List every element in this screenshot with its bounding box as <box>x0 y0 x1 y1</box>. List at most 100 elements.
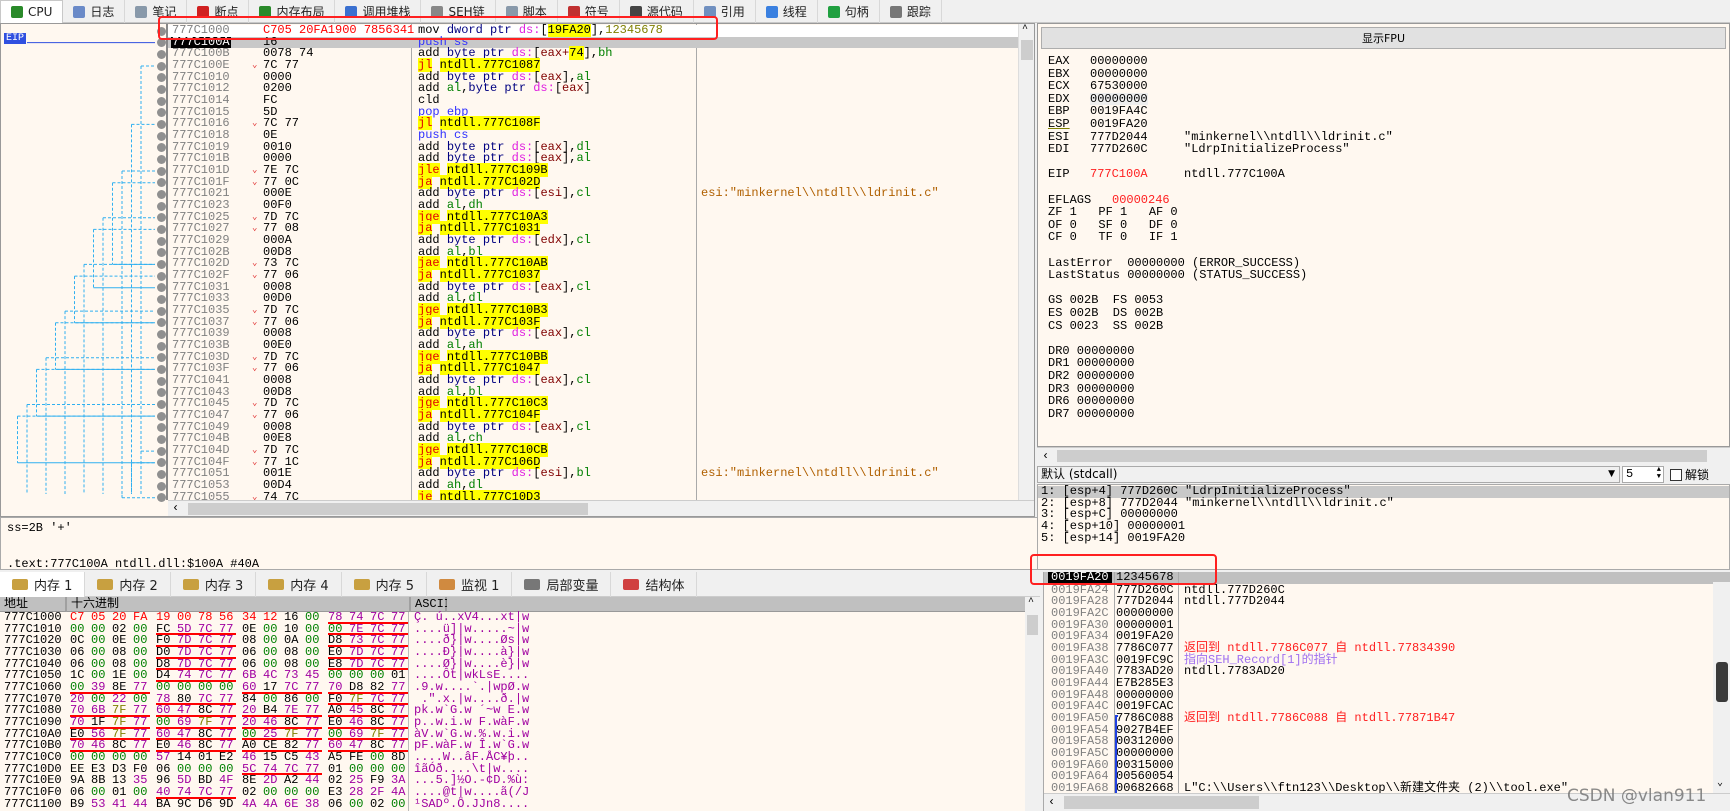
disasm-row[interactable]: 777C1029 000A add byte ptr ds:[edx],cl <box>168 234 1018 247</box>
breakpoint-dot[interactable] <box>157 341 166 351</box>
disasm-hscroll[interactable]: ‹ <box>168 500 1034 516</box>
dump-byte[interactable]: 9C <box>177 798 191 811</box>
scroll-left-icon[interactable]: ‹ <box>1042 449 1049 463</box>
memory-dump-panel[interactable]: 地址 十六进制 ASCII 777C1000 C7 05 20 FA 19 00 78 56 34… <box>0 597 1040 811</box>
disasm-row[interactable]: 777C1012 0200 add al,byte ptr ds:[eax] <box>168 82 1018 95</box>
tab-8[interactable]: 符号 <box>558 0 620 23</box>
breakpoint-dot[interactable] <box>157 306 166 316</box>
breakpoint-dot[interactable] <box>157 481 166 491</box>
arg-count-spinbox[interactable]: 5 ▲ ▼ <box>1622 466 1664 483</box>
registers-panel[interactable]: 显示FPU EAX 00000000 EBX 00000000 ECX 67530000 E… <box>1037 23 1730 447</box>
dump-byte[interactable]: 06 <box>328 798 342 811</box>
disasm-row[interactable]: 777C1027 ⌄ 77 08 ja ntdll.777C1031 <box>168 221 1018 236</box>
tab-3[interactable]: 断点 <box>187 0 250 23</box>
breakpoint-dot[interactable] <box>157 399 166 409</box>
dump-tab-7[interactable]: 结构体 <box>611 572 698 597</box>
scroll-down-icon[interactable]: ⌄ <box>1717 777 1723 789</box>
breakpoint-dot[interactable] <box>157 329 166 339</box>
tab-10[interactable]: 引用 <box>694 0 756 23</box>
stack-hscroll-thumb[interactable] <box>1064 796 1259 809</box>
disassembly-panel[interactable]: EIP 777C1000 C705 20FA1900 7856341 mov dwo… <box>0 23 1035 517</box>
breakpoint-dot[interactable] <box>157 131 166 141</box>
argument-row[interactable]: 5: [esp+14] 0019FA20 <box>1038 532 1729 545</box>
disasm-vscroll-thumb[interactable] <box>1021 40 1033 60</box>
dump-byte[interactable]: 00 <box>391 798 405 811</box>
dump-tab-2[interactable]: 内存 3 <box>171 572 257 597</box>
breakpoint-dot[interactable] <box>157 154 166 164</box>
breakpoint-dot[interactable] <box>157 224 166 234</box>
breakpoint-dot[interactable] <box>157 166 166 176</box>
breakpoint-dot[interactable] <box>157 26 166 36</box>
disasm-vscroll[interactable]: ^ <box>1018 24 1034 500</box>
breakpoint-dot[interactable] <box>157 61 166 71</box>
dump-byte[interactable]: 4A <box>242 798 256 811</box>
breakpoint-dot[interactable] <box>157 271 166 281</box>
breakpoint-dot[interactable] <box>157 411 166 421</box>
tab-13[interactable]: 跟踪 <box>880 0 942 23</box>
disasm-row[interactable]: 777C102F ⌄ 77 06 ja ntdll.777C1037 <box>168 268 1018 283</box>
scroll-left-icon[interactable]: ‹ <box>172 501 179 515</box>
disasm-row[interactable]: 777C1051 001E add byte ptr ds:[esi],bl esi:… <box>168 467 1018 480</box>
disasm-row[interactable]: 777C1019 0010 add byte ptr ds:[eax],dl <box>168 141 1018 154</box>
dump-tab-6[interactable]: 局部变量 <box>512 572 612 597</box>
dump-byte[interactable]: D6 <box>198 798 212 811</box>
breakpoint-dot[interactable] <box>157 49 166 59</box>
tab-0[interactable]: CPU <box>0 0 64 23</box>
dump-row[interactable]: 777C1100 B9 53 41 44 BA 9C D6 9D 4A 4A 6E 38 06 00 02 00… <box>0 798 1020 811</box>
breakpoint-dot[interactable] <box>157 236 166 246</box>
disasm-row[interactable]: 777C103F ⌄ 77 06 ja ntdll.777C1047 <box>168 361 1018 376</box>
tab-6[interactable]: SEH链 <box>421 0 496 23</box>
breakpoint-dot[interactable] <box>157 201 166 211</box>
show-fpu-button[interactable]: 显示FPU <box>1041 27 1726 49</box>
registers-hscroll[interactable]: ‹ <box>1037 447 1730 464</box>
dump-byte[interactable]: 41 <box>112 798 126 811</box>
disasm-row[interactable]: 777C1010 0000 add byte ptr ds:[eax],al <box>168 71 1018 84</box>
breakpoint-dot[interactable] <box>157 294 166 304</box>
disasm-row[interactable]: 777C1037 ⌄ 77 06 ja ntdll.777C103F <box>168 314 1018 329</box>
disasm-row[interactable]: 777C1047 ⌄ 77 06 ja ntdll.777C104F <box>168 408 1018 423</box>
disasm-hscroll-thumb[interactable] <box>188 503 588 515</box>
disasm-row[interactable]: 777C100E ⌄ 7C 77 jl ntdll.777C1087 <box>168 58 1018 72</box>
disasm-row[interactable]: 777C1041 0008 add byte ptr ds:[eax],cl <box>168 374 1018 387</box>
breakpoint-dot[interactable] <box>157 446 166 456</box>
stack-row[interactable]: 0019FA20 12345678 <box>1044 572 1712 584</box>
breakpoint-dot[interactable] <box>157 493 166 503</box>
dump-byte[interactable]: 53 <box>91 798 105 811</box>
tab-11[interactable]: 线程 <box>756 0 818 23</box>
tab-1[interactable]: 日志 <box>63 0 126 23</box>
disasm-row[interactable]: 777C1049 0008 add byte ptr ds:[eax],cl <box>168 421 1018 434</box>
tab-9[interactable]: 源代码 <box>620 0 694 23</box>
tab-5[interactable]: 调用堆栈 <box>335 0 422 23</box>
disasm-row[interactable]: 777C1018 0E push cs <box>168 129 1018 142</box>
breakpoint-dot[interactable] <box>157 84 166 94</box>
calling-convention-select[interactable]: 默认 (stdcall) ▼ <box>1037 466 1620 483</box>
dump-tab-4[interactable]: 内存 5 <box>342 572 428 597</box>
dump-vscroll[interactable]: ^ <box>1025 597 1040 811</box>
tab-7[interactable]: 脚本 <box>496 0 558 23</box>
breakpoint-dot[interactable] <box>157 469 166 479</box>
dump-byte[interactable]: 6E <box>284 798 298 811</box>
checkbox-box[interactable] <box>1670 468 1682 481</box>
dump-tab-1[interactable]: 内存 2 <box>85 572 171 597</box>
breakpoint-dot[interactable] <box>157 364 166 374</box>
dump-byte[interactable]: 00 <box>349 798 363 811</box>
scroll-up-icon[interactable]: ^ <box>1028 597 1034 608</box>
dump-byte[interactable]: 38 <box>305 798 319 811</box>
tab-4[interactable]: 内存布局 <box>249 0 336 23</box>
disasm-row[interactable]: 777C1031 0008 add byte ptr ds:[eax],cl <box>168 281 1018 294</box>
dump-byte[interactable]: B9 <box>70 798 84 811</box>
stack-panel[interactable]: 0019FA20 12345678 0019FA24 777D260C ntdll.77… <box>1043 572 1730 811</box>
dump-vscroll-thumb[interactable] <box>1027 615 1038 635</box>
disasm-row[interactable]: 777C1014 FC cld <box>168 94 1018 107</box>
dump-byte[interactable]: 9D <box>219 798 233 811</box>
breakpoint-dot[interactable] <box>157 96 166 106</box>
dump-tab-3[interactable]: 内存 4 <box>256 572 342 597</box>
dump-byte[interactable]: 02 <box>370 798 384 811</box>
breakpoint-dot[interactable] <box>157 376 166 386</box>
arguments-panel[interactable]: 1: [esp+4] 777D260C "LdrpInitializeProce… <box>1037 484 1730 570</box>
dump-tab-0[interactable]: 内存 1 <box>0 572 86 597</box>
scroll-up-icon[interactable]: ^ <box>1022 24 1028 35</box>
unlock-checkbox[interactable]: 解锁 <box>1670 466 1709 483</box>
dump-byte[interactable]: 44 <box>133 798 147 811</box>
stack-vscroll-thumb[interactable] <box>1716 662 1728 702</box>
